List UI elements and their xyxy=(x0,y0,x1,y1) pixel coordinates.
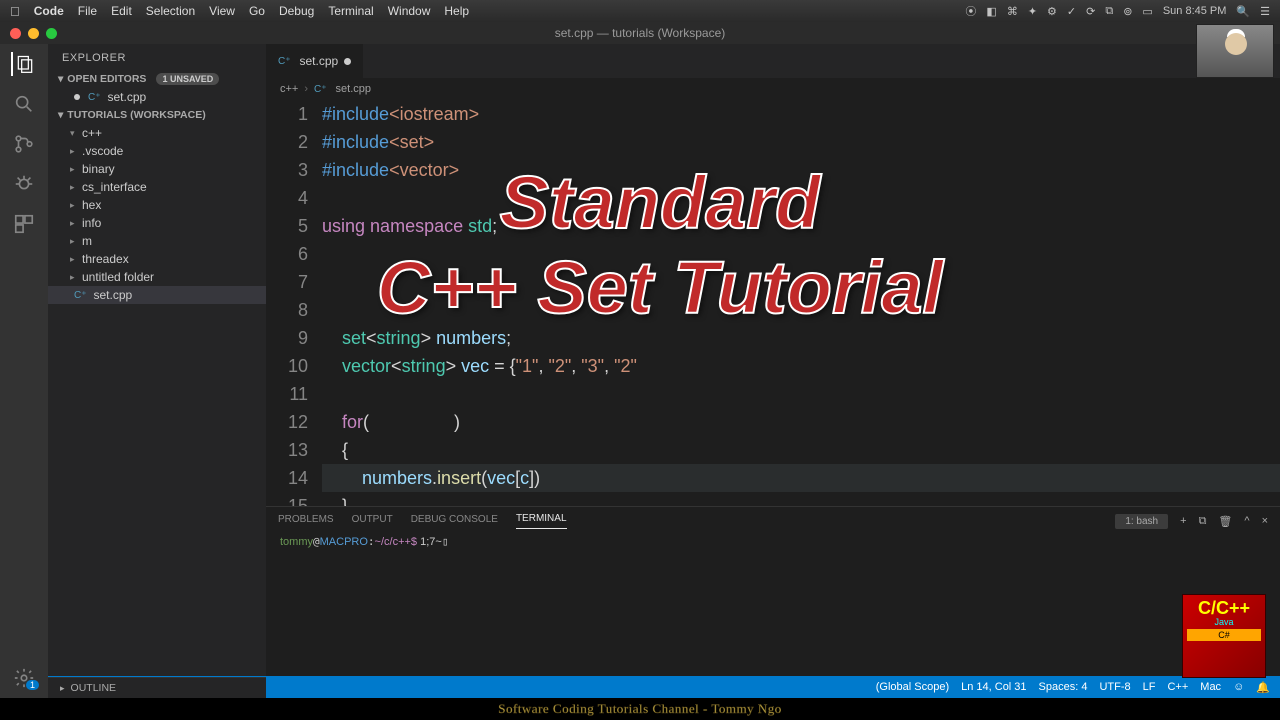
status-eol[interactable]: LF xyxy=(1143,681,1156,693)
panel-maximize-icon[interactable]: ^ xyxy=(1244,515,1249,527)
status-feedback-icon[interactable]: ☺ xyxy=(1233,681,1244,693)
menu-selection[interactable]: Selection xyxy=(146,4,195,18)
folder-item[interactable]: ▸untitled folder xyxy=(48,268,266,286)
panel-tab-debug-console[interactable]: DEBUG CONSOLE xyxy=(411,514,498,529)
explorer-icon[interactable] xyxy=(11,52,35,76)
extensions-icon[interactable] xyxy=(12,212,36,236)
macos-menubar:  Code File Edit Selection View Go Debug… xyxy=(0,0,1280,22)
app-name[interactable]: Code xyxy=(34,4,64,18)
menubar-status-icon[interactable]: ◧ xyxy=(986,5,996,18)
menubar-status-icon[interactable]: ⌘ xyxy=(1007,5,1018,18)
menubar-status-icon[interactable]: ⦿ xyxy=(965,3,976,19)
folder-item[interactable]: ▸cs_interface xyxy=(48,178,266,196)
status-os[interactable]: Mac xyxy=(1200,681,1221,693)
editor-group: C⁺ set.cpp c++› C⁺ set.cpp 1234567891011… xyxy=(266,44,1280,676)
activity-bar xyxy=(0,44,48,676)
panel-close-icon[interactable]: × xyxy=(1262,515,1268,527)
folder-item[interactable]: ▸.vscode xyxy=(48,142,266,160)
settings-badge: 1 xyxy=(26,680,39,690)
tab-setcpp[interactable]: C⁺ set.cpp xyxy=(266,44,364,78)
menu-go[interactable]: Go xyxy=(249,4,265,18)
menu-view[interactable]: View xyxy=(209,4,235,18)
modified-dot-icon xyxy=(74,94,80,100)
folder-item[interactable]: ▸threadex xyxy=(48,250,266,268)
wifi-icon[interactable]: ⊚ xyxy=(1123,5,1132,18)
debug-icon[interactable] xyxy=(12,172,36,196)
video-caption: Software Coding Tutorials Channel - Tomm… xyxy=(0,698,1280,720)
folder-item[interactable]: ▸info xyxy=(48,214,266,232)
panel-tabs: PROBLEMS OUTPUT DEBUG CONSOLE TERMINAL 1… xyxy=(266,507,1280,529)
cpp-file-icon: C⁺ xyxy=(88,92,101,103)
search-icon[interactable] xyxy=(12,92,36,116)
status-cursor-pos[interactable]: Ln 14, Col 31 xyxy=(961,681,1026,693)
cpp-file-icon: C⁺ xyxy=(314,84,327,95)
menu-window[interactable]: Window xyxy=(388,4,431,18)
battery-icon[interactable]: ▭ xyxy=(1142,5,1152,18)
status-language[interactable]: C++ xyxy=(1167,681,1188,693)
folder-item[interactable]: ▾c++ xyxy=(48,124,266,142)
menu-help[interactable]: Help xyxy=(444,4,469,18)
code-editor[interactable]: 12345678910111213141516 #include<iostrea… xyxy=(266,100,1280,506)
unsaved-badge: 1 UNSAVED xyxy=(156,73,219,85)
outline-header[interactable]: OUTLINE xyxy=(48,677,266,698)
window-titlebar: set.cpp — tutorials (Workspace) xyxy=(0,22,1280,44)
menu-file[interactable]: File xyxy=(78,4,97,18)
sidebar-title: EXPLORER xyxy=(48,44,266,70)
open-editor-item[interactable]: C⁺ set.cpp xyxy=(48,88,266,106)
menubar-right: ⦿ ◧ ⌘ ✦ ⚙ ✓ ⟳ ⧉ ⊚ ▭ Sun 8:45 PM 🔍 ☰ xyxy=(965,3,1270,19)
menubar-status-icon[interactable]: ✓ xyxy=(1067,5,1076,18)
folder-item[interactable]: ▸m xyxy=(48,232,266,250)
channel-logo: C/C++ Java C# xyxy=(1182,594,1266,678)
modified-dot-icon xyxy=(344,58,351,65)
menubar-status-icon[interactable]: ⧉ xyxy=(1105,5,1113,18)
menubar-status-icon[interactable]: ✦ xyxy=(1028,5,1037,18)
kill-terminal-icon[interactable]: 🗑 xyxy=(1218,515,1232,528)
webcam-thumbnail xyxy=(1196,24,1274,78)
folder-item[interactable]: ▸binary xyxy=(48,160,266,178)
settings-gear[interactable]: 1 xyxy=(0,658,48,698)
panel-tab-terminal[interactable]: TERMINAL xyxy=(516,513,567,529)
notification-icon[interactable]: ☰ xyxy=(1260,5,1270,18)
breadcrumb[interactable]: c++› C⁺ set.cpp xyxy=(266,78,1280,100)
status-bell-icon[interactable]: 🔔 xyxy=(1256,681,1270,694)
spotlight-icon[interactable]: 🔍 xyxy=(1236,5,1250,18)
folder-item[interactable]: ▸hex xyxy=(48,196,266,214)
panel-tab-problems[interactable]: PROBLEMS xyxy=(278,514,334,529)
vscode-workbench: EXPLORER ▾OPEN EDITORS 1 UNSAVED C⁺ set.… xyxy=(0,44,1280,676)
workspace-header[interactable]: ▾TUTORIALS (WORKSPACE) xyxy=(48,106,266,124)
sidebar: EXPLORER ▾OPEN EDITORS 1 UNSAVED C⁺ set.… xyxy=(48,44,266,676)
clock[interactable]: Sun 8:45 PM xyxy=(1163,5,1227,17)
menubar-status-icon[interactable]: ⟳ xyxy=(1086,5,1095,18)
cpp-file-icon: C⁺ xyxy=(278,56,291,67)
menubar-status-icon[interactable]: ⚙ xyxy=(1047,5,1057,18)
new-terminal-icon[interactable]: + xyxy=(1180,515,1186,527)
window-title: set.cpp — tutorials (Workspace) xyxy=(0,26,1280,40)
panel-tab-output[interactable]: OUTPUT xyxy=(352,514,393,529)
editor-tabs: C⁺ set.cpp xyxy=(266,44,1280,78)
cpp-file-icon: C⁺ xyxy=(74,290,87,301)
status-spaces[interactable]: Spaces: 4 xyxy=(1039,681,1088,693)
status-scope[interactable]: (Global Scope) xyxy=(876,681,949,693)
menu-edit[interactable]: Edit xyxy=(111,4,132,18)
source-control-icon[interactable] xyxy=(12,132,36,156)
file-item[interactable]: C⁺set.cpp xyxy=(48,286,266,304)
open-editors-header[interactable]: ▾OPEN EDITORS 1 UNSAVED xyxy=(48,70,266,88)
menu-debug[interactable]: Debug xyxy=(279,4,314,18)
split-terminal-icon[interactable]: ⧉ xyxy=(1199,515,1207,528)
bottom-panel: PROBLEMS OUTPUT DEBUG CONSOLE TERMINAL 1… xyxy=(266,506,1280,676)
terminal-selector[interactable]: 1: bash xyxy=(1115,514,1168,529)
status-encoding[interactable]: UTF-8 xyxy=(1099,681,1130,693)
terminal[interactable]: tommy@MACPRO:~/c/c++$ 1;7~▯ xyxy=(266,529,1280,676)
menu-terminal[interactable]: Terminal xyxy=(328,4,373,18)
apple-menu-icon[interactable]:  xyxy=(10,4,20,19)
